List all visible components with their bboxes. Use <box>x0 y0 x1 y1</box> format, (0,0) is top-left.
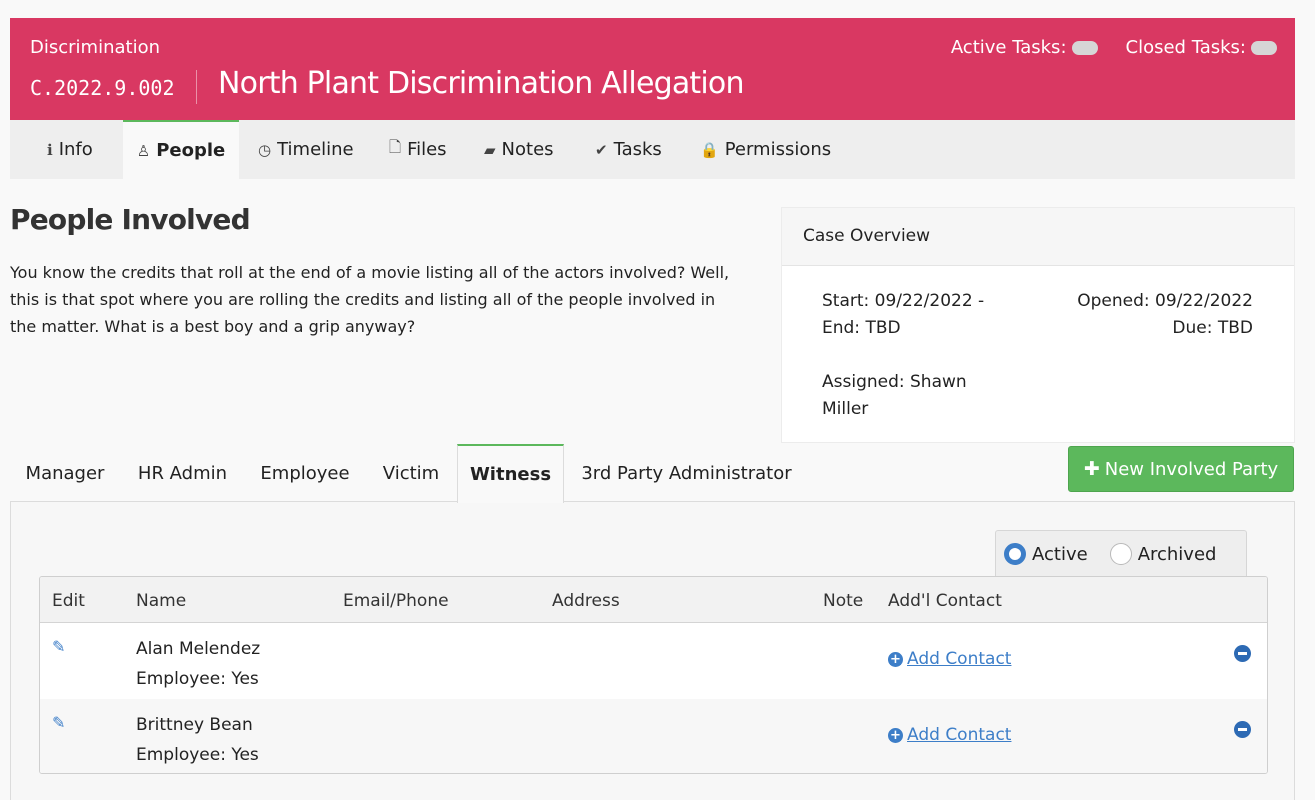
active-tasks-badge <box>1071 40 1098 55</box>
plus-circle-icon: + <box>888 727 903 743</box>
tab-info[interactable]: ℹ Info <box>47 120 93 179</box>
person-employee-status: Employee: Yes <box>136 745 259 765</box>
page-description: You know the credits that roll at the en… <box>10 263 730 336</box>
table-header: Edit Name Email/Phone Address Note Add'l… <box>40 577 1267 623</box>
plus-icon: ✚ <box>1083 458 1100 480</box>
person-name: Alan Melendez <box>136 639 261 659</box>
role-tab-employee[interactable]: Employee <box>245 444 365 502</box>
person-cell: Brittney Bean Employee: Yes <box>136 710 259 770</box>
tab-permissions[interactable]: 🔒 Permissions <box>700 120 831 179</box>
table-row: ✎ Brittney Bean Employee: Yes + Add Cont… <box>40 699 1267 773</box>
task-counters: Active Tasks: Closed Tasks: <box>951 37 1277 58</box>
person-name: Brittney Bean <box>136 715 253 735</box>
case-category: Discrimination <box>30 37 160 58</box>
column-note: Note <box>823 591 864 611</box>
tab-timeline-label: Timeline <box>277 139 354 160</box>
case-nav: ℹ Info ♙ People ◷ Timeline 🗋 Files ▰ Not… <box>10 120 1295 179</box>
assigned-to: Assigned: Shawn Miller <box>822 372 967 419</box>
plus-circle-icon: + <box>888 651 903 667</box>
header-divider <box>196 70 197 104</box>
due-date: Due: TBD <box>1172 318 1253 338</box>
file-icon: 🗋 <box>389 138 402 156</box>
start-date: Start: 09/22/2022 - <box>822 291 985 311</box>
case-overview-title: Case Overview <box>782 208 1294 266</box>
role-tab-victim[interactable]: Victim <box>365 444 457 502</box>
check-icon: ✔ <box>595 140 608 159</box>
case-dates: Start: 09/22/2022 - End: TBD <box>822 288 984 342</box>
role-tab-manager[interactable]: Manager <box>10 444 120 502</box>
case-header: Discrimination C.2022.9.002 North Plant … <box>10 18 1295 120</box>
person-cell: Alan Melendez Employee: Yes <box>136 634 260 694</box>
active-tasks-label: Active Tasks: <box>950 37 1067 58</box>
clock-icon: ◷ <box>258 140 272 159</box>
tab-info-label: Info <box>58 139 93 160</box>
tab-tasks[interactable]: ✔ Tasks <box>595 120 662 179</box>
info-circle-icon: ℹ <box>47 140 53 159</box>
table-row: ✎ Alan Melendez Employee: Yes + Add Cont… <box>40 623 1267 699</box>
add-contact-link[interactable]: + Add Contact <box>888 725 1011 745</box>
column-email-phone: Email/Phone <box>343 591 449 611</box>
end-date: End: TBD <box>822 318 901 338</box>
case-overview-card: Case Overview Start: 09/22/2022 - End: T… <box>781 207 1295 443</box>
tab-notes-label: Notes <box>501 139 554 160</box>
tab-files[interactable]: 🗋 Files <box>389 120 447 179</box>
person-employee-status: Employee: Yes <box>136 669 259 689</box>
opened-date: Opened: 09/22/2022 <box>1077 291 1253 311</box>
status-filter: Active Archived <box>995 530 1247 577</box>
add-contact-link[interactable]: + Add Contact <box>888 649 1011 669</box>
case-id: C.2022.9.002 <box>30 76 175 100</box>
tab-people-label: People <box>156 140 226 161</box>
closed-tasks-label: Closed Tasks: <box>1125 37 1246 58</box>
active-tasks-counter[interactable]: Active Tasks: <box>951 37 1098 58</box>
column-edit: Edit <box>52 591 85 611</box>
case-status-dates: Opened: 09/22/2022 Due: TBD <box>1077 288 1253 342</box>
column-addl-contact: Add'l Contact <box>888 591 1002 611</box>
lock-icon: 🔒 <box>700 140 719 159</box>
new-involved-party-label: New Involved Party <box>1104 458 1279 480</box>
new-involved-party-button[interactable]: ✚ New Involved Party <box>1068 446 1294 492</box>
closed-tasks-badge <box>1251 40 1277 55</box>
column-name: Name <box>136 591 187 611</box>
role-tab-witness[interactable]: Witness <box>457 444 564 503</box>
edit-icon[interactable]: ✎ <box>52 713 65 732</box>
tab-people[interactable]: ♙ People <box>123 120 239 179</box>
active-radio[interactable] <box>1004 543 1026 565</box>
tab-timeline[interactable]: ◷ Timeline <box>258 120 354 179</box>
case-title: North Plant Discrimination Allegation <box>218 66 745 101</box>
column-address: Address <box>552 591 620 611</box>
add-contact-label: Add Contact <box>907 649 1012 669</box>
archived-radio[interactable] <box>1109 543 1132 565</box>
book-icon: ▰ <box>484 140 496 159</box>
user-icon: ♙ <box>136 141 151 160</box>
edit-icon[interactable]: ✎ <box>52 637 65 656</box>
remove-circle-icon[interactable] <box>1234 645 1251 662</box>
role-tab-3rd-party-administrator[interactable]: 3rd Party Administrator <box>564 444 809 502</box>
tab-notes[interactable]: ▰ Notes <box>484 120 554 179</box>
archived-radio-label[interactable]: Archived <box>1138 544 1217 565</box>
people-table: Edit Name Email/Phone Address Note Add'l… <box>39 576 1268 774</box>
page-title: People Involved <box>10 203 251 236</box>
role-tab-hr-admin[interactable]: HR Admin <box>120 444 245 502</box>
closed-tasks-counter[interactable]: Closed Tasks: <box>1126 37 1277 58</box>
remove-circle-icon[interactable] <box>1234 721 1251 738</box>
tab-permissions-label: Permissions <box>724 139 832 160</box>
tab-files-label: Files <box>407 139 447 160</box>
add-contact-label: Add Contact <box>907 725 1012 745</box>
tab-tasks-label: Tasks <box>613 139 662 160</box>
active-radio-label[interactable]: Active <box>1032 544 1088 565</box>
